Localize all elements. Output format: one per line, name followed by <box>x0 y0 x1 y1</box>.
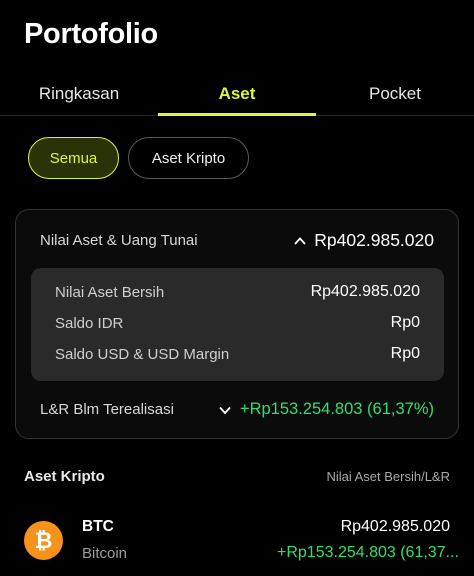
breakdown-row: Saldo USD & USD Margin Rp0 <box>31 345 444 363</box>
tab-pocket[interactable]: Pocket <box>316 80 474 115</box>
tab-aset[interactable]: Aset <box>158 80 316 116</box>
bitcoin-icon: ₿ <box>24 521 63 560</box>
total-value-amount: Rp402.985.020 <box>314 230 434 250</box>
total-value-row[interactable]: Nilai Aset & Uang Tunai Rp402.985.020 <box>16 230 458 251</box>
asset-name: Bitcoin <box>82 545 128 562</box>
portfolio-summary-card: Nilai Aset & Uang Tunai Rp402.985.020 Ni… <box>15 209 459 439</box>
tab-ringkasan[interactable]: Ringkasan <box>0 80 158 115</box>
net-asset-label: Nilai Aset Bersih <box>55 283 165 301</box>
idr-balance-value: Rp0 <box>390 314 420 331</box>
total-value-label: Nilai Aset & Uang Tunai <box>40 232 198 249</box>
idr-balance-label: Saldo IDR <box>55 314 124 332</box>
unrealized-pnl-label: L&R Blm Terealisasi <box>40 401 174 418</box>
value-breakdown-panel: Nilai Aset Bersih Rp402.985.020 Saldo ID… <box>31 268 444 381</box>
breakdown-row: Nilai Aset Bersih Rp402.985.020 <box>31 283 444 301</box>
column-label: Nilai Aset Bersih/L&R <box>326 469 450 484</box>
usd-balance-label: Saldo USD & USD Margin <box>55 345 230 363</box>
unrealized-pnl-row[interactable]: L&R Blm Terealisasi +Rp153.254.803 (61,3… <box>16 400 458 419</box>
chevron-up-icon[interactable] <box>293 234 307 248</box>
asset-value: Rp402.985.020 <box>340 518 450 535</box>
filter-semua-chip[interactable]: Semua <box>28 137 119 179</box>
net-asset-value: Rp402.985.020 <box>310 283 420 300</box>
section-title: Aset Kripto <box>24 468 105 485</box>
chevron-down-icon[interactable] <box>218 403 232 417</box>
crypto-assets-header: Aset Kripto Nilai Aset Bersih/L&R <box>24 468 450 485</box>
asset-symbol: BTC <box>82 518 114 535</box>
filter-aset-kripto-chip[interactable]: Aset Kripto <box>128 137 249 179</box>
asset-list-item[interactable]: ₿ BTC Bitcoin Rp402.985.020 +Rp153.254.8… <box>0 510 474 576</box>
page-title: Portofolio <box>24 18 158 50</box>
usd-balance-value: Rp0 <box>390 345 420 362</box>
breakdown-row: Saldo IDR Rp0 <box>31 314 444 332</box>
asset-pnl: +Rp153.254.803 (61,37... <box>277 544 459 561</box>
unrealized-pnl-value: +Rp153.254.803 (61,37%) <box>239 400 434 418</box>
tab-bar: Ringkasan Aset Pocket <box>0 80 474 116</box>
